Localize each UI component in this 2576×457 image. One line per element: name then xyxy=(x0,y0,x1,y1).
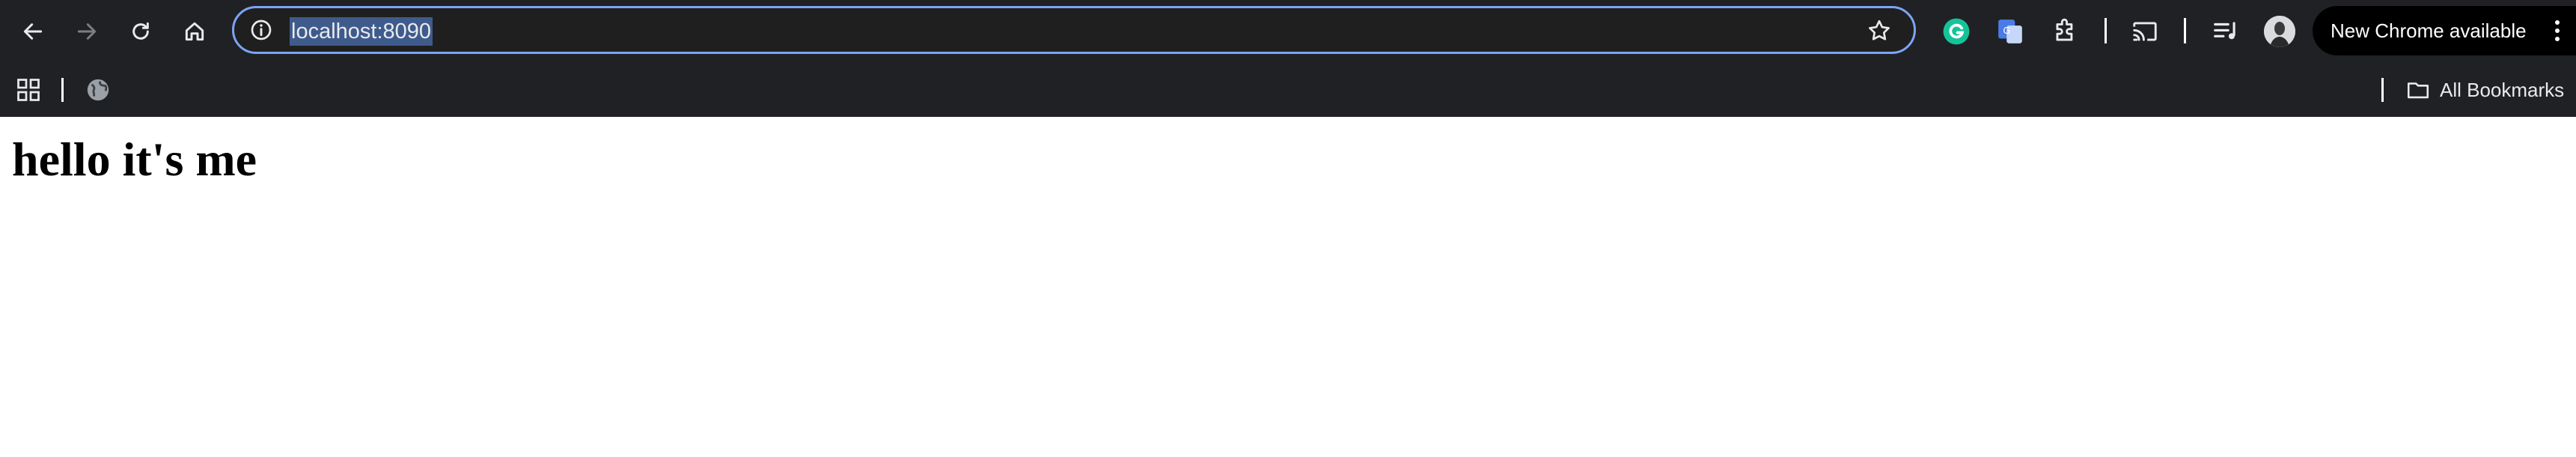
site-info-icon[interactable] xyxy=(249,18,273,42)
toolbar-divider xyxy=(2105,18,2107,43)
cast-button[interactable] xyxy=(2127,13,2163,49)
google-translate-extension-button[interactable]: G xyxy=(1992,13,2028,49)
apps-grid-icon[interactable] xyxy=(15,76,42,103)
page-content: hello it's me xyxy=(0,117,2576,457)
browser-toolbar: localhost:8090 G New Chrome available xyxy=(0,0,2576,63)
browser-window: localhost:8090 G New Chrome available Al… xyxy=(0,0,2576,457)
new-chrome-available-button[interactable]: New Chrome available xyxy=(2313,6,2576,55)
extensions-icon xyxy=(2056,18,2073,41)
all-bookmarks-button[interactable]: All Bookmarks xyxy=(2405,73,2564,106)
forward-button[interactable] xyxy=(69,13,105,49)
grammarly-extension-button[interactable] xyxy=(1938,13,1974,49)
home-button[interactable] xyxy=(177,13,213,49)
back-button[interactable] xyxy=(15,13,51,49)
profile-avatar[interactable] xyxy=(2264,16,2295,47)
address-bar[interactable]: localhost:8090 xyxy=(232,6,1916,54)
bookmarks-divider xyxy=(61,78,64,102)
reload-button[interactable] xyxy=(123,13,159,49)
reading-list-button[interactable] xyxy=(2208,13,2244,49)
extensions-button[interactable] xyxy=(2048,13,2084,49)
bookmark-star-icon[interactable] xyxy=(1866,17,1893,44)
globe-icon[interactable] xyxy=(85,77,111,103)
back-icon xyxy=(23,23,43,40)
google-translate-icon: G xyxy=(1998,19,2022,43)
grammarly-icon xyxy=(1943,18,1970,45)
new-chrome-label: New Chrome available xyxy=(2331,19,2527,42)
bookmarks-divider xyxy=(2381,78,2384,102)
avatar-image xyxy=(2264,16,2295,47)
home-icon xyxy=(185,22,204,41)
svg-text:G: G xyxy=(2003,25,2010,36)
bookmarks-bar: All Bookmarks xyxy=(0,63,2576,117)
page-heading: hello it's me xyxy=(12,133,257,186)
reload-icon xyxy=(132,22,149,40)
folder-icon xyxy=(2407,82,2429,99)
toolbar-divider xyxy=(2184,18,2186,43)
cast-icon xyxy=(2133,22,2157,41)
url-text[interactable]: localhost:8090 xyxy=(290,17,433,46)
more-options-icon[interactable] xyxy=(2554,19,2561,43)
forward-icon xyxy=(77,23,97,40)
all-bookmarks-label: All Bookmarks xyxy=(2440,78,2565,101)
reading-list-icon xyxy=(2214,22,2235,40)
